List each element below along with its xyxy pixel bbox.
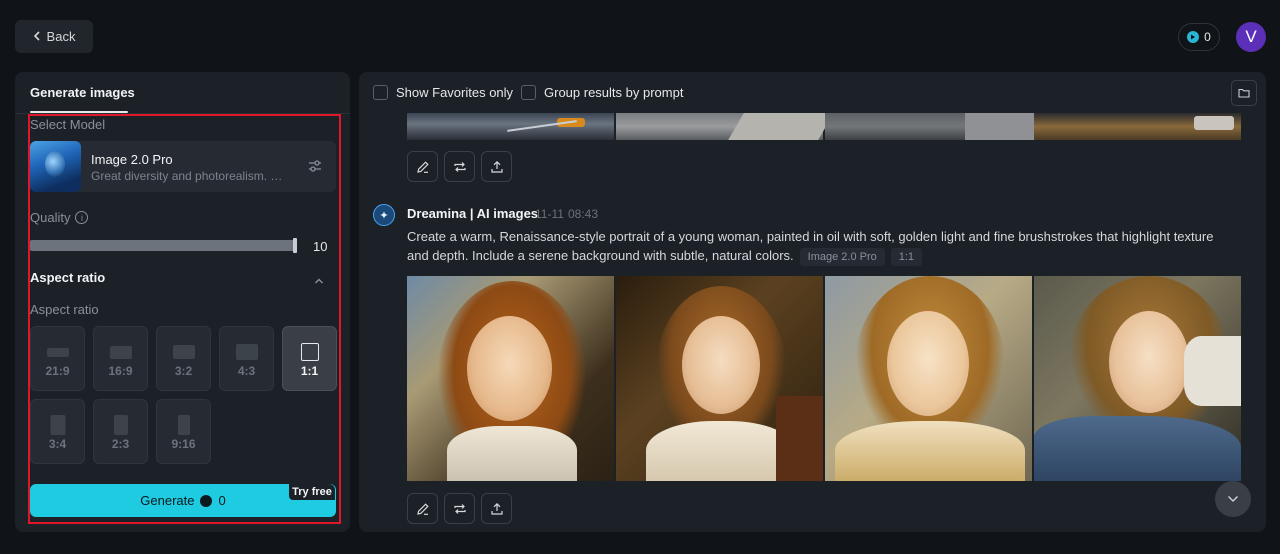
- aspect-ratio-option[interactable]: 16:9: [93, 326, 148, 391]
- regenerate-button[interactable]: [444, 493, 475, 524]
- pencil-icon: [416, 502, 429, 515]
- avatar-initial: V: [1245, 27, 1257, 46]
- show-favorites-checkbox[interactable]: [373, 85, 388, 100]
- settings-sliders-icon[interactable]: [306, 157, 324, 175]
- result-image-3[interactable]: [825, 276, 1032, 481]
- back-button[interactable]: Back: [15, 20, 93, 53]
- repeat-icon: [453, 503, 466, 514]
- model-selector[interactable]: Image 2.0 Pro Great diversity and photor…: [30, 141, 336, 192]
- upload-icon: [490, 502, 503, 515]
- aspect-ratio-option[interactable]: 3:4: [30, 399, 85, 464]
- back-label: Back: [46, 29, 76, 44]
- credit-icon: [1187, 31, 1200, 43]
- credit-icon: [200, 494, 213, 507]
- chevron-up-icon[interactable]: [314, 273, 324, 284]
- quality-label: Quality: [30, 210, 71, 225]
- aspect-ratio-option[interactable]: 4:3: [219, 326, 274, 391]
- result-image-4[interactable]: [1034, 276, 1241, 481]
- export-button[interactable]: [481, 493, 512, 524]
- folder-icon: [1238, 88, 1250, 98]
- quality-row: Quality i: [30, 210, 89, 225]
- aspect-ratio-option[interactable]: 1:1: [282, 326, 337, 391]
- aspect-ratio-shape-icon: [300, 343, 319, 361]
- generate-label: Generate: [140, 493, 195, 508]
- previous-result-image-4[interactable]: [1034, 113, 1241, 140]
- quality-value: 10: [313, 239, 328, 254]
- aspect-ratio-shape-icon: [109, 345, 132, 359]
- chevron-down-icon: [1227, 495, 1239, 503]
- export-button[interactable]: [481, 151, 512, 182]
- aspect-ratio-label: 1:1: [300, 364, 319, 378]
- previous-result-image-2[interactable]: [616, 113, 834, 140]
- aspect-ratio-label: 4:3: [237, 364, 256, 378]
- ratio-tag: 1:1: [890, 248, 923, 266]
- show-favorites-toggle[interactable]: Show Favorites only: [373, 85, 513, 100]
- aspect-ratio-shape-icon: [50, 415, 65, 435]
- try-free-badge: Try free: [289, 484, 335, 500]
- model-description: Great diversity and photorealism. Of...: [91, 169, 291, 183]
- aspect-ratio-label: 9:16: [171, 437, 196, 451]
- edit-button[interactable]: [407, 151, 438, 182]
- group-results-checkbox[interactable]: [521, 85, 536, 100]
- scroll-down-button[interactable]: [1215, 481, 1251, 517]
- results-panel: Show Favorites only Group results by pro…: [359, 72, 1266, 532]
- dreamina-logo-icon: ✦: [373, 204, 395, 226]
- aspect-ratio-label: 3:2: [174, 364, 193, 378]
- group-results-label: Group results by prompt: [544, 85, 684, 100]
- quality-slider-handle[interactable]: [293, 238, 297, 253]
- aspect-ratio-label: 21:9: [45, 364, 70, 378]
- group-results-toggle[interactable]: Group results by prompt: [521, 85, 683, 100]
- result-date: 11-11: [535, 207, 564, 221]
- model-tag: Image 2.0 Pro: [799, 248, 885, 266]
- credits-badge[interactable]: 0: [1178, 23, 1220, 51]
- aspect-ratio-shape-icon: [177, 415, 190, 435]
- result-image-1[interactable]: [407, 276, 614, 481]
- aspect-ratio-label: 2:3: [111, 437, 130, 451]
- pencil-icon: [416, 160, 429, 173]
- aspect-ratio-shape-icon: [172, 345, 195, 359]
- aspect-ratio-shape-icon: [235, 344, 258, 360]
- aspect-ratio-shape-icon: [113, 415, 128, 435]
- generate-cost: 0: [218, 493, 226, 508]
- chevron-left-icon: [33, 29, 41, 44]
- aspect-ratio-option[interactable]: 9:16: [156, 399, 211, 464]
- result-image-2[interactable]: [616, 276, 823, 481]
- previous-result-image-3[interactable]: [825, 113, 1035, 140]
- show-favorites-label: Show Favorites only: [396, 85, 514, 100]
- aspect-ratio-sublabel: Aspect ratio: [30, 302, 99, 317]
- result-author: Dreamina | AI images: [407, 206, 539, 221]
- result-time: 08:43: [568, 207, 599, 221]
- edit-button[interactable]: [407, 493, 438, 524]
- aspect-ratio-option[interactable]: 2:3: [93, 399, 148, 464]
- regenerate-button[interactable]: [444, 151, 475, 182]
- repeat-icon: [453, 161, 466, 172]
- model-thumbnail: [30, 141, 81, 192]
- select-model-label: Select Model: [30, 117, 106, 132]
- aspect-ratio-shape-icon: [46, 347, 69, 357]
- info-icon[interactable]: i: [75, 211, 89, 224]
- aspect-ratio-label: 16:9: [108, 364, 133, 378]
- quality-slider[interactable]: [30, 240, 297, 251]
- upload-icon: [490, 160, 503, 173]
- previous-result-image-1[interactable]: [407, 113, 614, 140]
- panel-divider: [15, 113, 350, 114]
- aspect-ratio-heading: Aspect ratio: [30, 270, 106, 285]
- aspect-ratio-option[interactable]: 21:9: [30, 326, 85, 391]
- credits-count: 0: [1204, 30, 1211, 44]
- model-name: Image 2.0 Pro: [91, 152, 173, 167]
- user-avatar[interactable]: V: [1236, 22, 1266, 52]
- tab-generate-images[interactable]: Generate images: [30, 85, 135, 100]
- aspect-ratio-option[interactable]: 3:2: [156, 326, 211, 391]
- aspect-ratio-label: 3:4: [48, 437, 67, 451]
- result-prompt: Create a warm, Renaissance-style portrai…: [407, 227, 1232, 266]
- folder-button[interactable]: [1231, 80, 1257, 106]
